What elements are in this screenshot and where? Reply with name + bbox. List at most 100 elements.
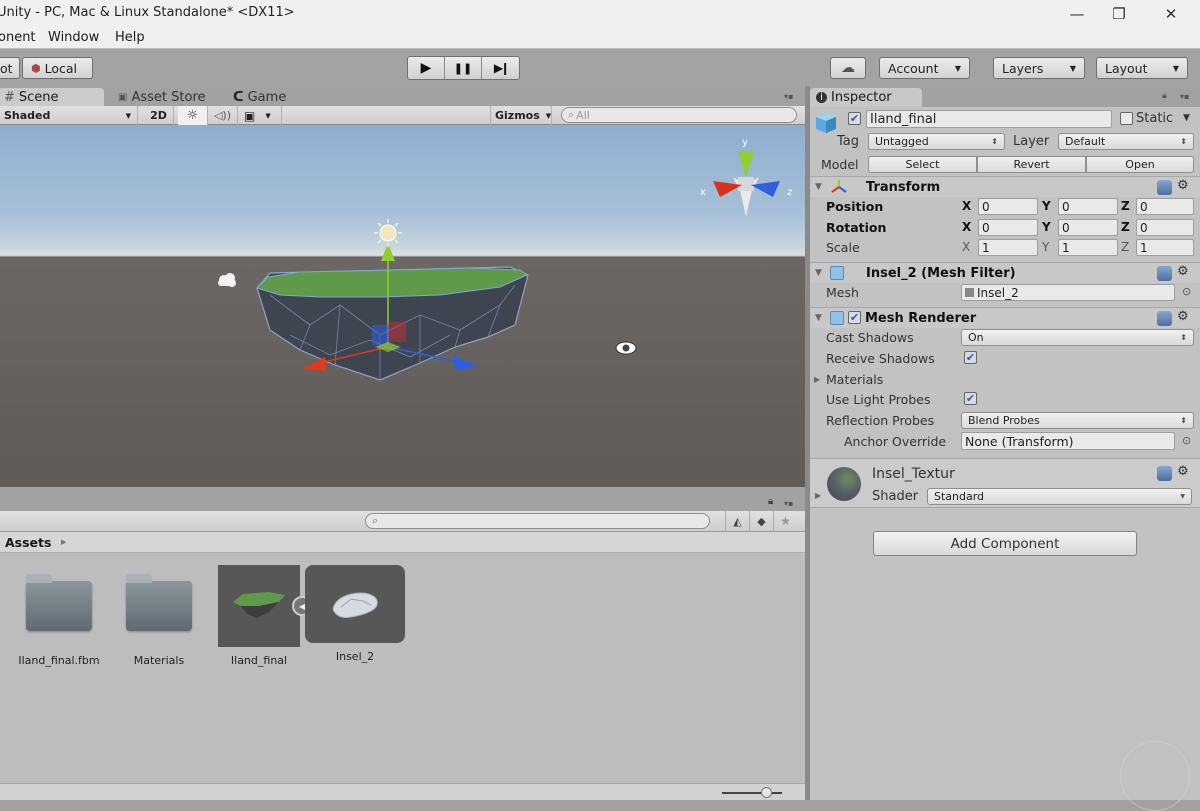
cast-shadows-dropdown[interactable]: On ⬍ bbox=[961, 329, 1194, 346]
tab-scene[interactable]: # Scene bbox=[0, 88, 104, 107]
audio-toggle[interactable]: ◁)) bbox=[208, 106, 238, 125]
tab-game[interactable]: ᑕ Game bbox=[227, 88, 292, 107]
shading-mode-dropdown[interactable]: Shaded ▼ bbox=[0, 106, 138, 125]
help-book-icon[interactable] bbox=[1157, 180, 1172, 195]
transform-rotation-z-input[interactable]: 0 bbox=[1136, 219, 1194, 236]
gameobject-active-checkbox[interactable]: ✔ bbox=[848, 112, 861, 125]
fold-closed-icon[interactable]: ▶ bbox=[814, 375, 820, 384]
transform-position-x-input[interactable]: 0 bbox=[978, 198, 1038, 215]
breadcrumb-assets[interactable]: Assets bbox=[5, 535, 51, 550]
layers-dropdown[interactable]: Layers ▼ bbox=[993, 57, 1085, 79]
anchor-override-value: None (Transform) bbox=[965, 433, 1074, 449]
transform-scale-x-input[interactable]: 1 bbox=[978, 239, 1038, 256]
fold-closed-icon[interactable]: ▶ bbox=[815, 491, 821, 500]
gameobject-name-input[interactable]: Iland_final bbox=[866, 110, 1112, 128]
gear-icon[interactable]: ⚙ bbox=[1177, 264, 1189, 279]
tab-inspector[interactable]: i Inspector bbox=[810, 88, 922, 107]
pause-button[interactable]: ❚❚ bbox=[445, 57, 482, 79]
pivot-toggle[interactable]: ot bbox=[0, 57, 20, 79]
add-component-button[interactable]: Add Component bbox=[873, 531, 1137, 556]
model-open-button[interactable]: Open bbox=[1086, 156, 1194, 173]
scene-viewport[interactable]: y x z bbox=[0, 125, 805, 487]
mesh-field[interactable]: Insel_2 bbox=[961, 284, 1175, 301]
orientation-gizmo: y x z bbox=[700, 137, 792, 217]
step-button[interactable]: ▶❙ bbox=[482, 57, 519, 79]
minimize-button[interactable]: — bbox=[1054, 0, 1100, 27]
lock-icon[interactable]: 🔒︎ bbox=[768, 496, 773, 507]
transform-position-z-input[interactable]: 0 bbox=[1136, 198, 1194, 215]
panel-menu-icon[interactable]: ▾▪ bbox=[784, 92, 793, 101]
gear-icon[interactable]: ⚙ bbox=[1177, 309, 1189, 324]
receive-shadows-checkbox[interactable]: ✔ bbox=[964, 351, 977, 364]
receive-shadows-label: Receive Shadows bbox=[826, 351, 935, 366]
mesh-renderer-header[interactable]: ▼ ✔ Mesh Renderer ⚙ bbox=[810, 307, 1200, 328]
transform-position-y-input[interactable]: 0 bbox=[1058, 198, 1118, 215]
favorites-button[interactable]: ★ bbox=[773, 511, 797, 531]
fold-open-icon[interactable]: ▼ bbox=[815, 182, 822, 192]
filter-label-button[interactable]: ◆ bbox=[749, 511, 773, 531]
menu-window[interactable]: Window bbox=[48, 30, 99, 45]
anchor-override-field[interactable]: None (Transform) bbox=[961, 432, 1175, 450]
lock-icon[interactable]: 🔒︎ bbox=[1162, 91, 1167, 101]
transform-rotation-y-input[interactable]: 0 bbox=[1058, 219, 1118, 236]
play-button[interactable]: ▶ bbox=[408, 57, 445, 79]
materials-label[interactable]: Materials bbox=[826, 372, 883, 387]
shader-dropdown[interactable]: Standard ▼ bbox=[927, 488, 1192, 505]
project-footer bbox=[0, 783, 805, 800]
help-book-icon[interactable] bbox=[1157, 311, 1172, 326]
reflection-probes-dropdown[interactable]: Blend Probes ⬍ bbox=[961, 412, 1194, 429]
static-dropdown-icon[interactable]: ▼ bbox=[1183, 113, 1190, 123]
transform-scale-z-input[interactable]: 1 bbox=[1136, 239, 1194, 256]
maximize-button[interactable]: ❐ bbox=[1096, 0, 1142, 27]
model-thumbnail: ◀ bbox=[218, 565, 312, 647]
panel-menu-icon[interactable]: ▾▪ bbox=[1180, 92, 1189, 101]
help-book-icon[interactable] bbox=[1157, 266, 1172, 281]
object-picker-icon[interactable]: ⊙ bbox=[1182, 285, 1191, 298]
caret-down-icon: ▼ bbox=[1069, 63, 1076, 73]
effects-dropdown[interactable]: ▣ ▼ bbox=[240, 106, 282, 125]
transform-scale-y-input[interactable]: 1 bbox=[1058, 239, 1118, 256]
local-toggle[interactable]: ⬢ Local bbox=[22, 57, 93, 79]
asset-item[interactable]: Materials bbox=[109, 565, 209, 667]
2d-toggle[interactable]: 2D bbox=[144, 106, 174, 125]
use-light-probes-checkbox[interactable]: ✔ bbox=[964, 392, 977, 405]
object-picker-icon[interactable]: ⊙ bbox=[1182, 434, 1191, 447]
mesh-filter-header[interactable]: ▼ Insel_2 (Mesh Filter) ⚙ bbox=[810, 262, 1200, 283]
lighting-toggle[interactable]: ☼ bbox=[178, 106, 208, 125]
layout-dropdown[interactable]: Layout ▼ bbox=[1096, 57, 1188, 79]
account-dropdown[interactable]: Account ▼ bbox=[879, 57, 970, 79]
model-select-button[interactable]: Select bbox=[868, 156, 977, 173]
help-book-icon[interactable] bbox=[1157, 466, 1172, 481]
fold-open-icon[interactable]: ▼ bbox=[815, 313, 822, 323]
scene-search-input[interactable]: ⌕ All bbox=[561, 107, 797, 123]
info-icon: i bbox=[816, 92, 827, 103]
fold-open-icon[interactable]: ▼ bbox=[815, 268, 822, 278]
static-checkbox[interactable] bbox=[1120, 112, 1133, 125]
asset-item[interactable]: Iland_final.fbm bbox=[9, 565, 109, 667]
menu-component[interactable]: onent bbox=[0, 30, 36, 45]
model-revert-button[interactable]: Revert bbox=[977, 156, 1086, 173]
menu-help[interactable]: Help bbox=[115, 30, 145, 45]
thumbnail-size-slider-handle[interactable] bbox=[761, 787, 772, 798]
layer-dropdown[interactable]: Default ⬍ bbox=[1058, 133, 1194, 150]
gear-icon[interactable]: ⚙ bbox=[1177, 464, 1189, 479]
close-button[interactable]: ✕ bbox=[1148, 0, 1194, 27]
transform-header[interactable]: ▼ Transform ⚙ bbox=[810, 176, 1200, 197]
thumbnail-size-slider-track[interactable] bbox=[722, 792, 782, 794]
transform-rotation-x-input[interactable]: 0 bbox=[978, 219, 1038, 236]
panel-menu-icon[interactable]: ▾▪ bbox=[784, 499, 793, 508]
gizmo-center-red bbox=[388, 322, 406, 342]
gear-icon[interactable]: ⚙ bbox=[1177, 178, 1189, 193]
gizmos-dropdown[interactable]: Gizmos ▼ bbox=[490, 106, 552, 125]
asset-item-selected[interactable]: ◀ Iland_final bbox=[209, 565, 312, 667]
shading-mode-label: Shaded bbox=[4, 109, 51, 122]
filter-type-button[interactable]: ◭ bbox=[725, 511, 749, 531]
tab-asset-store[interactable]: ▣ Asset Store bbox=[112, 88, 211, 107]
tab-game-label: Game bbox=[247, 90, 287, 105]
gizmos-label: Gizmos bbox=[495, 109, 540, 122]
cloud-button[interactable]: ☁ bbox=[830, 57, 866, 79]
mesh-renderer-enabled-checkbox[interactable]: ✔ bbox=[848, 311, 861, 324]
project-search-input[interactable]: ⌕ bbox=[365, 513, 710, 529]
tag-dropdown[interactable]: Untagged ⬍ bbox=[868, 133, 1005, 150]
asset-item[interactable]: Insel_2 bbox=[305, 565, 405, 663]
